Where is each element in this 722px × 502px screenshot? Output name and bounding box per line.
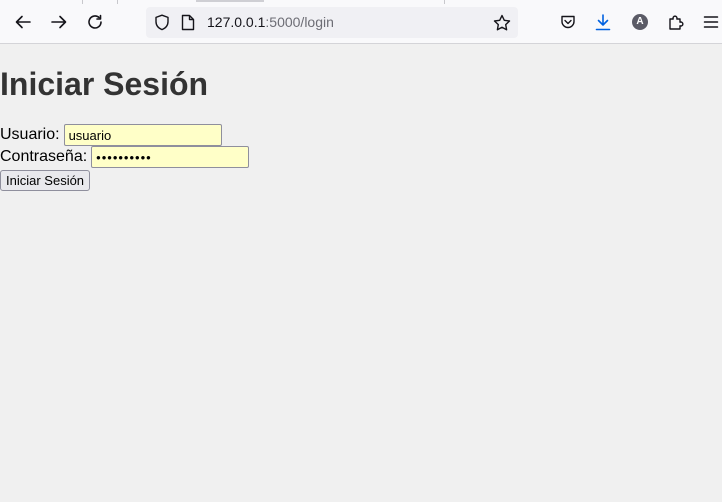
shield-icon[interactable]	[152, 12, 172, 32]
browser-toolbar: 127.0.0.1:5000/login A	[0, 0, 722, 44]
reload-button[interactable]	[81, 8, 109, 36]
page-content: Iniciar Sesión Usuario: Contraseña: Inic…	[0, 45, 722, 502]
tab-separator	[444, 0, 445, 4]
pocket-icon	[561, 15, 575, 29]
downloads-button[interactable]	[589, 8, 617, 36]
login-button[interactable]: Iniciar Sesión	[0, 170, 91, 191]
account-avatar: A	[632, 14, 648, 30]
page-title: Iniciar Sesión	[0, 66, 209, 102]
account-button[interactable]: A	[626, 8, 654, 36]
puzzle-icon	[669, 15, 684, 30]
username-row: Usuario:	[0, 124, 222, 146]
username-label: Usuario:	[0, 126, 60, 143]
active-tab[interactable]	[196, 0, 264, 2]
url-path: :5000/login	[265, 14, 334, 30]
extensions-button[interactable]	[662, 8, 690, 36]
tab-strip	[0, 0, 722, 4]
app-menu-button[interactable]	[697, 8, 722, 36]
hamburger-menu-icon	[703, 16, 719, 28]
arrow-left-icon	[15, 15, 31, 29]
password-input[interactable]	[91, 146, 250, 168]
forward-button[interactable]	[45, 8, 73, 36]
url-text[interactable]: 127.0.0.1:5000/login	[207, 14, 334, 31]
pocket-button[interactable]	[554, 8, 582, 36]
page-icon[interactable]	[178, 12, 198, 32]
star-icon[interactable]	[491, 12, 513, 34]
reload-icon	[88, 14, 102, 29]
tab-separator	[82, 0, 83, 4]
tab-separator	[117, 0, 118, 4]
url-host: 127.0.0.1	[207, 14, 266, 30]
back-button[interactable]	[9, 8, 37, 36]
username-input[interactable]	[63, 124, 222, 146]
arrow-right-icon	[51, 15, 67, 29]
address-bar[interactable]: 127.0.0.1:5000/login	[146, 7, 518, 38]
password-label: Contraseña:	[0, 148, 88, 165]
password-row: Contraseña:	[0, 146, 250, 168]
download-icon	[595, 13, 611, 30]
